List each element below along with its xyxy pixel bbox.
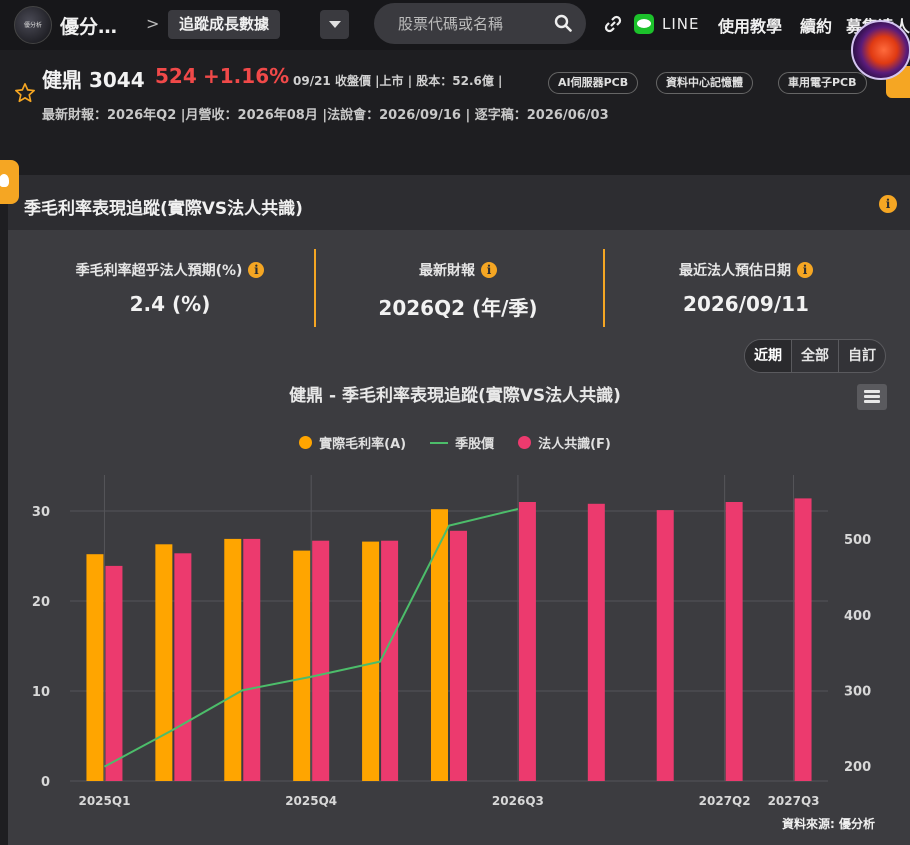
star-icon[interactable] <box>14 82 36 104</box>
stock-price: 524 <box>155 64 197 88</box>
search-box[interactable] <box>374 3 586 44</box>
bar-actual <box>86 554 104 781</box>
line-link[interactable]: LINE <box>662 15 699 33</box>
bar-consensus <box>725 502 743 781</box>
brand-name[interactable]: 優分… <box>60 12 117 39</box>
bar-actual <box>293 550 311 781</box>
bar-consensus <box>243 538 261 781</box>
page-dropdown-button[interactable] <box>320 10 349 39</box>
user-avatar[interactable] <box>851 20 910 80</box>
link-icon[interactable] <box>604 15 622 33</box>
y-left-tick-label: 20 <box>32 595 50 610</box>
breadcrumb-current-page[interactable]: 追蹤成長數據 <box>168 10 281 39</box>
x-tick-label: 2027Q2 <box>699 794 751 808</box>
y-right-tick-label: 200 <box>844 760 871 775</box>
tag-datacenter-memory[interactable]: 資料中心記憶體 <box>656 72 753 94</box>
bar-consensus <box>587 503 605 781</box>
stock-name: 健鼎 <box>42 68 82 92</box>
gross-margin-card: 季毛利率表現追蹤(實際VS法人共識) i 季毛利率超乎法人預期(%) i 2.4 … <box>8 175 910 845</box>
stock-meta: 09/21 收盤價 |上市 | 股本：52.6億 | <box>293 74 503 88</box>
bar-consensus <box>794 498 812 781</box>
logo-text: 優分析 <box>23 21 42 29</box>
line-app-icon[interactable] <box>634 14 654 34</box>
tag-ai-server-pcb[interactable]: AI伺服器PCB <box>548 72 639 94</box>
tag-auto-pcb[interactable]: 車用電子PCB <box>778 72 867 94</box>
stock-name-code: 健鼎 3044 <box>42 64 145 93</box>
bar-consensus <box>174 553 192 781</box>
lightbulb-icon[interactable] <box>0 160 19 204</box>
bar-consensus <box>450 530 467 781</box>
stock-report-dates: 最新財報：2026年Q2 |月營收：2026年08月 |法說會：2026/09/… <box>42 108 609 123</box>
y-left-tick-label: 0 <box>41 775 50 790</box>
x-tick-label: 2025Q1 <box>78 794 130 808</box>
y-right-tick-label: 500 <box>844 533 871 548</box>
margin-chart: 0 10 20 30 200 300 400 500 2025Q1 2025Q4 2026Q3 202… <box>32 475 871 808</box>
y-right-tick-label: 300 <box>844 684 871 699</box>
search-icon[interactable] <box>554 14 572 32</box>
y-right-tick-label: 400 <box>844 609 871 624</box>
breadcrumb-separator: > <box>146 14 160 33</box>
chevron-down-icon <box>328 21 341 28</box>
search-input[interactable] <box>398 14 548 33</box>
nav-link-tutorial[interactable]: 使用教學 <box>718 13 782 37</box>
bar-consensus <box>312 540 330 781</box>
bar-actual <box>431 509 448 781</box>
x-tick-label: 2025Q4 <box>285 794 337 808</box>
site-logo[interactable]: 優分析 <box>14 6 52 44</box>
y-left-tick-label: 30 <box>32 505 50 520</box>
bar-consensus <box>656 510 674 781</box>
bar-consensus <box>518 502 536 781</box>
nav-link-renew[interactable]: 續約 <box>800 13 832 37</box>
x-tick-label: 2026Q3 <box>492 794 544 808</box>
top-nav: 優分析 優分… > 追蹤成長數據 LINE 使用教學 續約 募集達人 <box>0 0 910 50</box>
bar-actual <box>155 544 173 781</box>
bar-consensus <box>105 565 123 781</box>
bar-consensus <box>381 540 399 781</box>
data-source: 資料來源: 優分析 <box>782 817 875 831</box>
bar-actual <box>224 538 242 781</box>
bar-actual <box>362 541 380 781</box>
x-tick-label: 2027Q3 <box>768 794 820 808</box>
stock-change: +1.16% <box>203 64 290 88</box>
y-left-tick-label: 10 <box>32 685 50 700</box>
stock-code: 3044 <box>88 68 145 92</box>
